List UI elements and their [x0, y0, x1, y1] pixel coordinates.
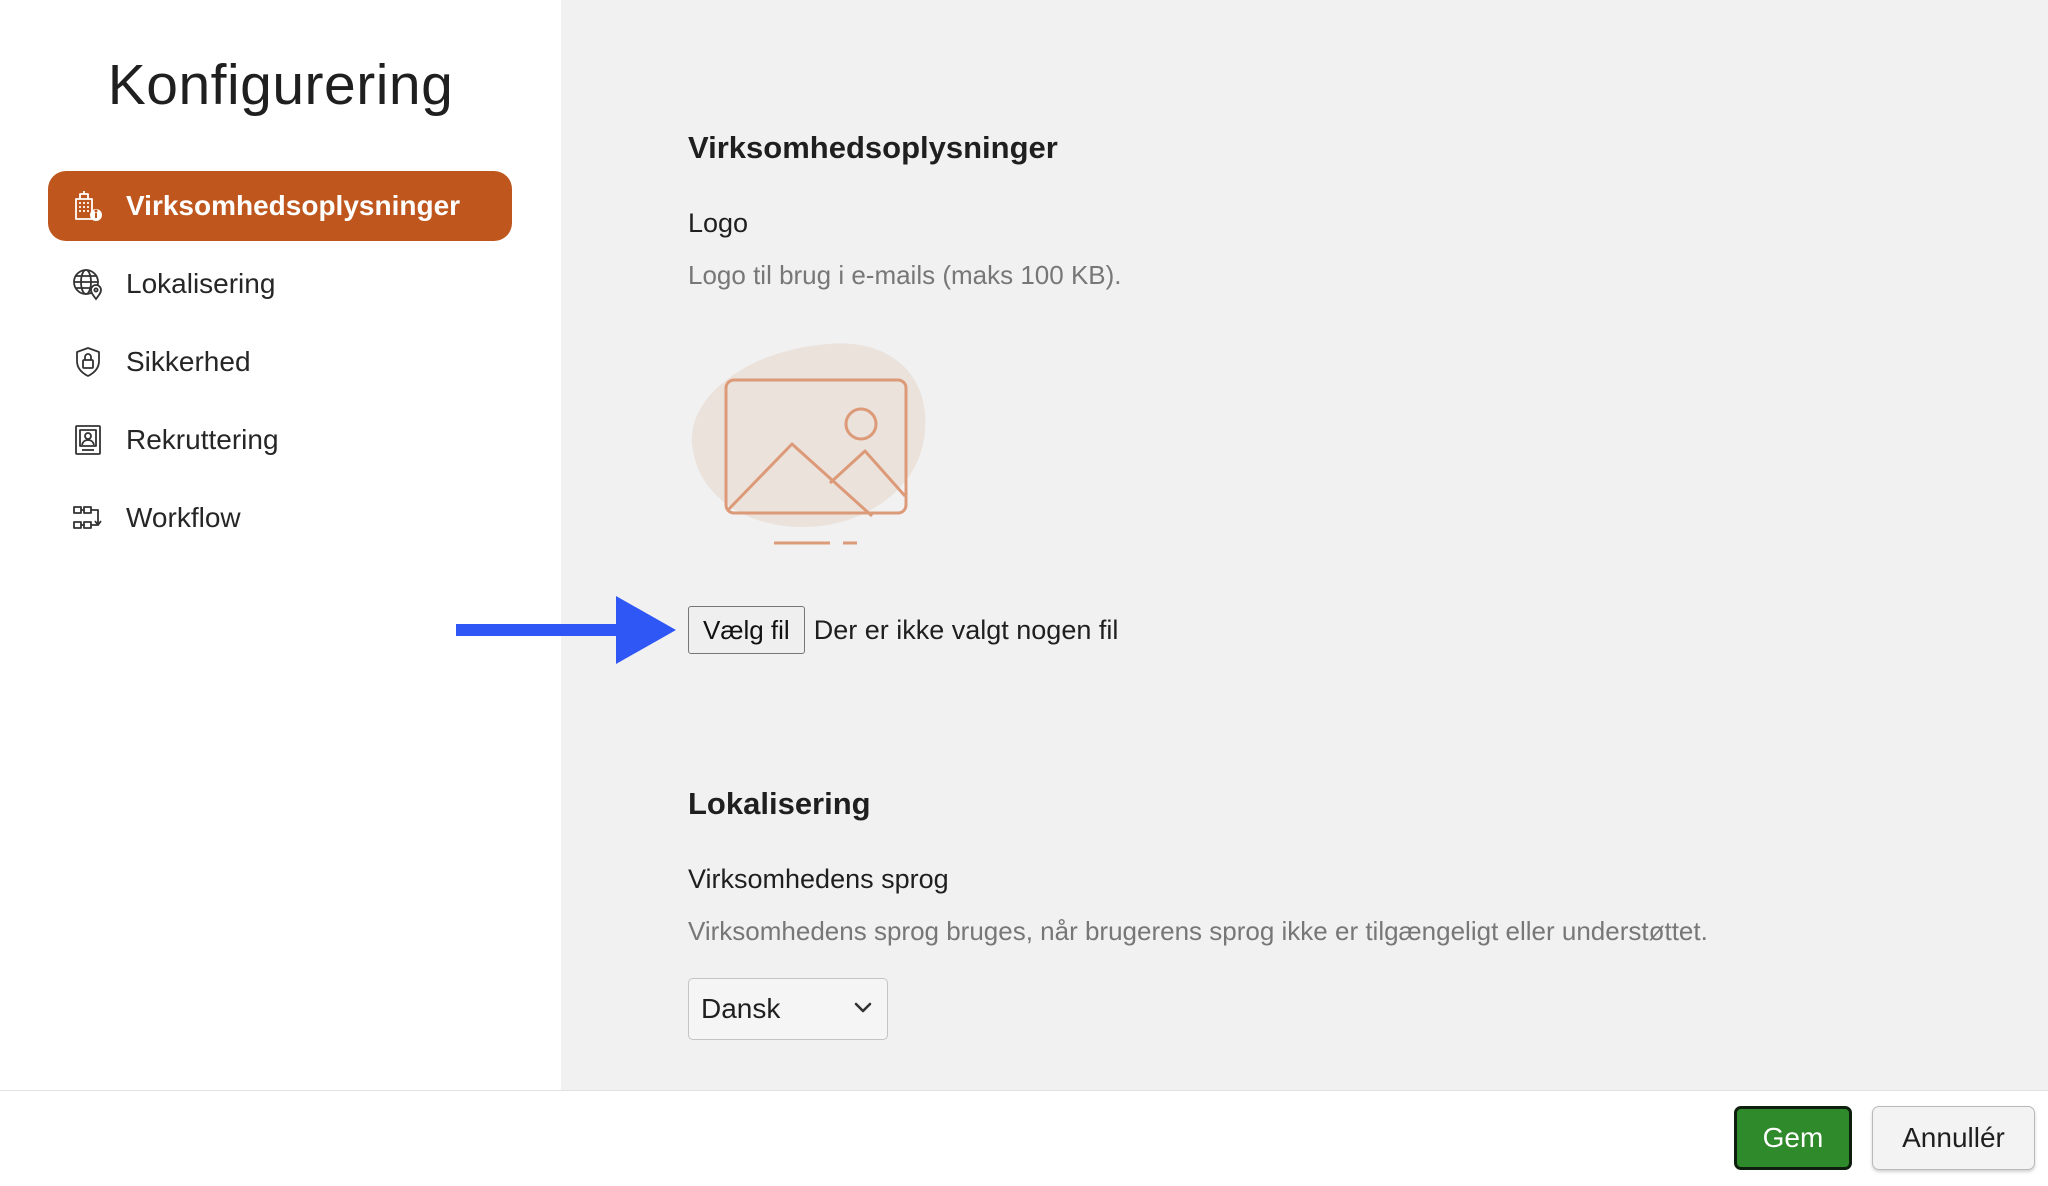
- language-label: Virksomhedens sprog: [688, 864, 949, 894]
- sidebar-item-lokalisering[interactable]: Lokalisering: [48, 249, 512, 319]
- company-section-title: Virksomhedsoplysninger: [688, 130, 1058, 165]
- logo-file-input: Vælg fil Der er ikke valgt nogen fil: [688, 606, 1118, 654]
- footer-bar: Gem Annullér: [0, 1090, 2048, 1186]
- sidebar-item-virksomhedsoplysninger[interactable]: Virksomhedsoplysninger: [48, 171, 512, 241]
- choose-file-button[interactable]: Vælg fil: [688, 606, 805, 654]
- workflow-icon: [70, 500, 106, 536]
- save-button[interactable]: Gem: [1734, 1106, 1852, 1170]
- language-help-text: Virksomhedens sprog bruges, når brugeren…: [688, 916, 1708, 946]
- logo-help-text: Logo til brug i e-mails (maks 100 KB).: [688, 260, 1122, 290]
- sidebar-item-workflow[interactable]: Workflow: [48, 483, 512, 553]
- annotation-arrow-icon: [456, 596, 676, 664]
- chevron-down-icon: [854, 1002, 872, 1013]
- sidebar-item-sikkerhed[interactable]: Sikkerhed: [48, 327, 512, 397]
- cancel-button[interactable]: Annullér: [1872, 1106, 2035, 1170]
- sidebar-nav: Virksomhedsoplysninger Lokalisering Sikk…: [48, 171, 512, 561]
- sidebar-item-label: Virksomhedsoplysninger: [126, 190, 461, 221]
- sidebar: Konfigurering Virksomhedsoplysninger Lok…: [0, 0, 561, 1091]
- shield-lock-icon: [70, 344, 106, 380]
- sidebar-item-label: Lokalisering: [126, 268, 276, 299]
- language-select[interactable]: Dansk: [688, 978, 888, 1040]
- id-card-icon: [70, 422, 106, 458]
- sidebar-item-rekruttering[interactable]: Rekruttering: [48, 405, 512, 475]
- sidebar-item-label: Workflow: [126, 502, 241, 533]
- file-status-text: Der er ikke valgt nogen fil: [813, 614, 1119, 645]
- building-info-icon: [70, 188, 106, 224]
- language-select-value: Dansk: [701, 993, 781, 1024]
- localization-section-title: Lokalisering: [688, 786, 871, 821]
- sidebar-item-label: Sikkerhed: [126, 346, 251, 377]
- image-placeholder-icon: [688, 340, 948, 552]
- sidebar-item-label: Rekruttering: [126, 424, 279, 455]
- page-title: Konfigurering: [107, 53, 454, 117]
- settings-panel: Virksomhedsoplysninger Logo Logo til bru…: [561, 0, 2048, 1091]
- logo-label: Logo: [688, 208, 749, 238]
- globe-pin-icon: [70, 266, 106, 302]
